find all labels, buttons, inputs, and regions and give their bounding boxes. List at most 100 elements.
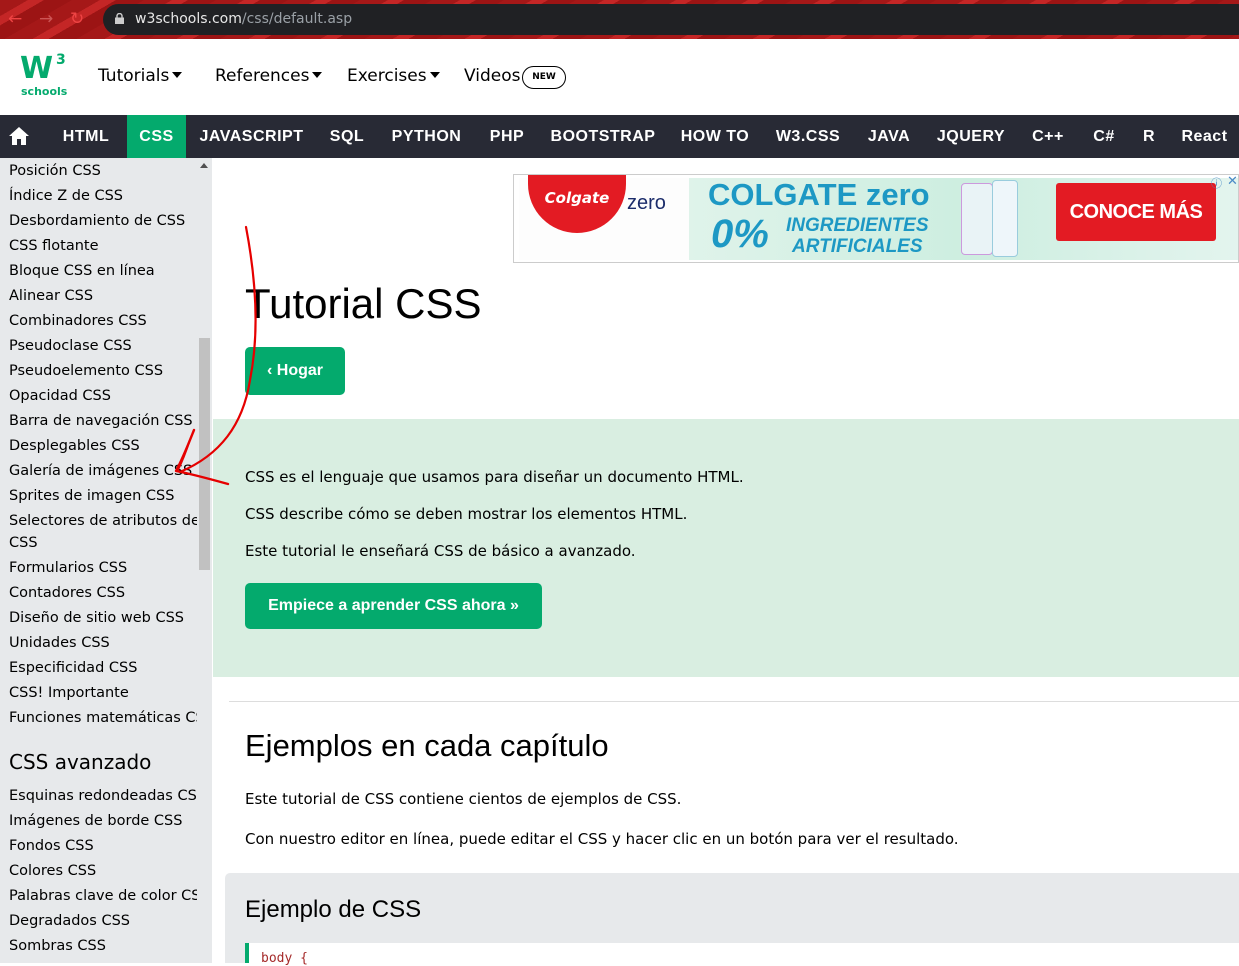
tutorials-menu[interactable]: Tutorials [98,66,183,86]
sidebar-item-forms[interactable]: Formularios CSS [9,557,127,579]
sidebar-item-combinators[interactable]: Combinadores CSS [9,310,147,332]
ad-line2: ARTIFICIALES [791,236,923,257]
ad-percent: 0% [711,212,769,256]
sidebar-item-math-functions[interactable]: Funciones matemáticas CSS [9,707,212,729]
logo-text: schools [21,85,68,98]
lock-icon [115,13,124,24]
videos-link[interactable]: Videos [464,66,521,86]
tutorials-label: Tutorials [98,66,170,86]
sidebar-item-float[interactable]: CSS flotante [9,235,99,257]
sidebar-item-posicion[interactable]: Posición CSS [9,160,101,182]
sidebar-item-important[interactable]: CSS! Importante [9,682,129,704]
sidebar-item-opacity[interactable]: Opacidad CSS [9,385,111,407]
intro-panel: CSS es el lenguaje que usamos para diseñ… [213,419,1239,677]
nav-css[interactable]: CSS [127,115,186,158]
exercises-label: Exercises [347,66,427,86]
sidebar-item-image-sprites[interactable]: Sprites de imagen CSS [9,485,174,507]
ad-subline: INGREDIENTES ARTIFICIALES [786,215,929,257]
sidebar-heading-advanced: CSS avanzado [9,750,152,774]
intro-line-2: CSS describe cómo se deben mostrar los e… [245,505,688,523]
nav-php[interactable]: PHP [476,115,538,158]
ad-headline: COLGATE zero [708,177,930,212]
sidebar-item-counters[interactable]: Contadores CSS [9,582,125,604]
sidebar-item-backgrounds[interactable]: Fondos CSS [9,835,94,857]
sidebar-item-align[interactable]: Alinear CSS [9,285,93,307]
forward-icon[interactable]: → [39,9,53,29]
sidebar-item-image-gallery[interactable]: Galería de imágenes CSS [9,460,192,482]
example-box: Ejemplo de CSS body { [225,873,1239,966]
section-divider [229,701,1239,702]
references-label: References [215,66,310,86]
nav-javascript[interactable]: JAVASCRIPT [188,115,315,158]
ad-close-icon[interactable]: ✕ [1227,175,1238,189]
nav-python[interactable]: PYTHON [379,115,474,158]
start-learning-button[interactable]: Empiece a aprender CSS ahora » [245,583,542,629]
sidebar-item-website-layout[interactable]: Diseño de sitio web CSS [9,607,184,629]
site-header: W 3 schools Tutorials References Exercis… [0,39,1239,115]
toothpaste-tube-image [992,180,1018,257]
w3schools-logo[interactable]: W 3 schools [20,51,70,100]
browser-toolbar: ← → ↻ w3schools.com/css/default.asp [0,0,1239,39]
sidebar-item-rounded-corners[interactable]: Esquinas redondeadas CSS [9,785,206,807]
sidebar-scroll-thumb[interactable] [199,338,210,570]
home-button[interactable]: ‹ Hogar [245,347,345,395]
nav-csharp[interactable]: C# [1080,115,1128,158]
sidebar-item-pseudoelement[interactable]: Pseudoelemento CSS [9,360,163,382]
url-path: /css/default.asp [241,11,353,27]
sidebar-item-navbar[interactable]: Barra de navegación CSS [9,410,193,432]
videos-label: Videos [464,66,521,86]
nav-howto[interactable]: HOW TO [668,115,762,158]
caret-down-icon [312,72,323,78]
sidebar-item-shadows[interactable]: Sombras CSS [9,935,106,957]
sidebar-item-colors[interactable]: Colores CSS [9,860,96,882]
sidebar: Posición CSS Índice Z de CSS Desbordamie… [0,158,212,963]
back-icon[interactable]: ← [8,9,22,29]
nav-sql[interactable]: SQL [317,115,377,158]
sidebar-item-color-keywords[interactable]: Palabras clave de color CSS [9,885,210,907]
nav-w3css[interactable]: W3.CSS [764,115,852,158]
sidebar-item-border-images[interactable]: Imágenes de borde CSS [9,810,182,832]
sidebar-item-attr-selectors-cont[interactable]: CSS [9,532,38,554]
sidebar-item-gradients[interactable]: Degradados CSS [9,910,130,932]
ad-line1: INGREDIENTES [786,215,929,236]
nav-java[interactable]: JAVA [854,115,924,158]
logo-sup: 3 [56,52,66,68]
scroll-up-icon[interactable] [200,163,208,168]
ad-brand-sub: zero [627,192,666,214]
code-block: body { [245,943,1239,966]
intro-line-3: Este tutorial le enseñará CSS de básico … [245,542,636,560]
reload-icon[interactable]: ↻ [70,9,84,29]
section-paragraph-1: Este tutorial de CSS contiene cientos de… [245,790,682,808]
references-menu[interactable]: References [215,66,323,86]
nav-html[interactable]: HTML [47,115,125,158]
address-bar[interactable]: w3schools.com/css/default.asp [103,4,1239,35]
nav-cpp[interactable]: C++ [1018,115,1078,158]
caret-down-icon [429,72,440,78]
sidebar-item-pseudoclass[interactable]: Pseudoclase CSS [9,335,132,357]
toothpaste-tube-image [961,183,993,255]
ad-cta-button[interactable]: CONOCE MÁS [1056,183,1216,241]
adchoices-icon[interactable]: ⓘ [1211,175,1222,191]
nav-bootstrap[interactable]: BOOTSTRAP [540,115,666,158]
sidebar-item-zindex[interactable]: Índice Z de CSS [9,185,123,207]
exercises-menu[interactable]: Exercises [347,66,440,86]
section-title: Ejemplos en cada capítulo [245,728,609,763]
chevron-left-icon: ‹ [266,362,277,379]
sidebar-item-dropdowns[interactable]: Desplegables CSS [9,435,140,457]
logo-mark: W [20,51,53,86]
sidebar-item-attr-selectors[interactable]: Selectores de atributos de [9,510,200,532]
nav-r[interactable]: R [1130,115,1168,158]
sidebar-item-specificity[interactable]: Especificidad CSS [9,657,137,679]
home-icon[interactable] [8,126,30,146]
new-badge: NEW [522,66,566,89]
home-button-label: Hogar [276,362,323,379]
sidebar-item-units[interactable]: Unidades CSS [9,632,110,654]
nav-jquery[interactable]: JQUERY [926,115,1016,158]
sidebar-item-inline-block[interactable]: Bloque CSS en línea [9,260,155,282]
sidebar-item-overflow[interactable]: Desbordamiento de CSS [9,210,185,232]
code-line: body { [261,951,308,966]
nav-react[interactable]: React [1170,115,1239,158]
advertisement-banner[interactable]: Colgate zero COLGATE zero 0% INGREDIENTE… [513,174,1239,263]
url-text: w3schools.com/css/default.asp [135,4,352,35]
example-title: Ejemplo de CSS [245,896,422,923]
